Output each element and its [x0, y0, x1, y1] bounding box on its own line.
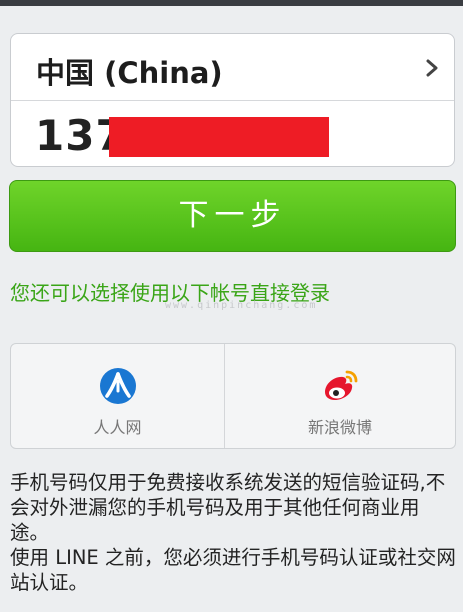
country-label: 中国 (China) [36, 56, 223, 90]
disclaimer-privacy-text: 手机号码仅用于免费接收系统发送的短信验证码,不会对外泄漏您的手机号码及用于其他任… [10, 471, 446, 544]
social-login-card: 人人网 新浪微博 [10, 343, 456, 449]
next-button[interactable]: 下一步 [9, 180, 456, 252]
phone-input-card: 中国 (China) 137 [10, 33, 455, 167]
chevron-right-icon [426, 59, 438, 77]
redacted-phone-digits [109, 117, 329, 157]
weibo-icon [325, 370, 358, 400]
phone-number-field[interactable]: 137 [11, 101, 454, 167]
weibo-login-button[interactable]: 新浪微博 [225, 344, 455, 448]
country-selector[interactable]: 中国 (China) [11, 34, 454, 101]
renren-label: 人人网 [93, 418, 142, 437]
disclaimer: 手机号码仅用于免费接收系统发送的短信验证码,不会对外泄漏您的手机号码及用于其他任… [10, 470, 458, 595]
weibo-label: 新浪微博 [307, 418, 372, 437]
status-bar [0, 0, 463, 6]
renren-login-button[interactable]: 人人网 [11, 344, 224, 448]
renren-icon [99, 368, 136, 404]
disclaimer-verification-text: 使用 LINE 之前，您必须进行手机号码认证或社交网站认证。 [10, 546, 456, 594]
watermark: www.qinpinchang.com [165, 300, 318, 311]
